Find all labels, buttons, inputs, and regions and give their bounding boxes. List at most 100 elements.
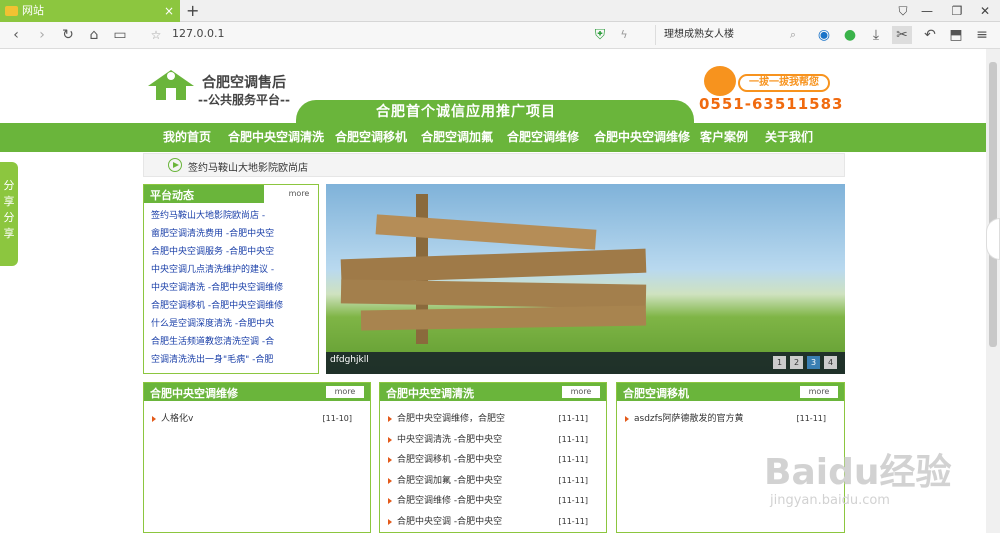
list-item[interactable]: 合肥空调维修 -合肥中央空 [11-11]: [388, 491, 598, 512]
article-title[interactable]: 合肥空调维修 -合肥中央空: [397, 491, 502, 511]
banner-sign: [375, 214, 597, 250]
banner-sign: [340, 279, 647, 309]
shield-icon[interactable]: ⛨: [590, 26, 610, 44]
address-bar[interactable]: 127.0.0.1: [172, 27, 224, 40]
notice-text[interactable]: 签约马鞍山大地影院欧尚店: [188, 159, 308, 174]
article-title[interactable]: 合肥中央空调 -合肥中央空: [397, 512, 502, 532]
article-list: 人格化v [11-10]: [152, 409, 362, 430]
more-button[interactable]: more: [800, 386, 838, 398]
reader-icon[interactable]: ▭: [110, 26, 130, 44]
article-title[interactable]: 合肥空调加氟 -合肥中央空: [397, 471, 502, 491]
central-ac-repair-panel: 合肥中央空调维修 more 人格化v [11-10]: [143, 382, 371, 533]
list-item[interactable]: 合肥空调移机 -合肥中央空调维修: [151, 297, 283, 315]
refresh-button[interactable]: ↻: [58, 26, 78, 44]
list-item[interactable]: 合肥中央空调服务 -合肥中央空: [151, 243, 283, 261]
article-title[interactable]: 人格化v: [161, 409, 193, 429]
notice-bar: 签约马鞍山大地影院欧尚店: [143, 153, 845, 177]
minimize-button[interactable]: —: [912, 0, 942, 22]
tab-bar: 网站 × + ⛉ — ❐ ✕: [0, 0, 1000, 22]
back-button[interactable]: ‹: [6, 26, 26, 44]
new-tab-button[interactable]: +: [186, 0, 199, 22]
article-title[interactable]: 合肥空调移机 -合肥中央空: [397, 450, 502, 470]
panel-title: 平台动态: [150, 189, 194, 202]
nav-item-ac-refrigerant[interactable]: 合肥空调加氟: [421, 123, 493, 152]
share-char: 分: [3, 179, 15, 192]
nav-item-ac-relocation[interactable]: 合肥空调移机: [335, 123, 407, 152]
article-title[interactable]: 中央空调清洗 -合肥中央空: [397, 430, 502, 450]
nav-item-central-ac-repair[interactable]: 合肥中央空调维修: [594, 123, 690, 152]
list-item[interactable]: 合肥中央空调维修，合肥空 [11-11]: [388, 409, 598, 430]
extension-icon[interactable]: ⬒: [946, 26, 966, 44]
browser-tab[interactable]: 网站 ×: [0, 0, 180, 22]
bullet-arrow-icon: [388, 457, 392, 463]
favicon-icon: [5, 6, 18, 16]
search-icon[interactable]: ⌕: [783, 26, 803, 44]
central-ac-cleaning-panel: 合肥中央空调清洗 more 合肥中央空调维修，合肥空 [11-11] 中央空调清洗…: [379, 382, 607, 533]
logo-title: 合肥空调售后: [202, 75, 286, 91]
list-item[interactable]: 人格化v [11-10]: [152, 409, 362, 430]
article-title[interactable]: asdzfs阿萨德散发的官方黄: [634, 409, 744, 429]
news-list: 签约马鞍山大地影院欧尚店 - 畲肥空调清洗费用 -合肥中央空 合肥中央空调服务 …: [151, 207, 283, 369]
nav-item-central-ac-cleaning[interactable]: 合肥中央空调清洗: [228, 123, 324, 152]
banner-slideshow[interactable]: [326, 184, 845, 374]
undo-icon[interactable]: ↶: [920, 26, 940, 44]
banner-sign: [340, 248, 647, 284]
nav-item-ac-repair[interactable]: 合肥空调维修: [507, 123, 579, 152]
list-item[interactable]: 中央空调清洗 -合肥中央空 [11-11]: [388, 430, 598, 451]
more-button[interactable]: more: [326, 386, 364, 398]
panel-title: 合肥中央空调清洗: [386, 387, 474, 400]
menu-icon[interactable]: ≡: [972, 26, 992, 44]
message-icon[interactable]: ◉: [814, 26, 834, 44]
more-button[interactable]: more: [562, 386, 600, 398]
more-button[interactable]: more: [280, 188, 318, 200]
close-tab-icon[interactable]: ×: [164, 0, 174, 22]
banner-caption-bar: [326, 352, 845, 374]
article-title[interactable]: 合肥中央空调维修，合肥空: [397, 409, 505, 429]
tab-title: 网站: [22, 4, 44, 17]
article-date: [11-11]: [796, 414, 827, 423]
slogan-text: 合肥首个诚信应用推广项目: [376, 104, 556, 120]
list-item[interactable]: asdzfs阿萨德散发的官方黄 [11-11]: [625, 409, 836, 430]
list-item[interactable]: 合肥生活频道教您清洗空调 -合: [151, 333, 283, 351]
banner-page-button[interactable]: 1: [773, 356, 786, 369]
float-widget[interactable]: [986, 218, 1000, 260]
share-char: 享: [3, 227, 15, 240]
bullet-arrow-icon: [388, 477, 392, 484]
nav-item-cases[interactable]: 客户案例: [700, 123, 748, 152]
bullet-arrow-icon: [388, 518, 392, 525]
article-date: [11-11]: [558, 475, 589, 485]
bullet-arrow-icon: [388, 498, 392, 504]
list-item[interactable]: 合肥空调加氟 -合肥中央空 [11-11]: [388, 471, 598, 492]
banner-page-button[interactable]: 4: [824, 356, 837, 369]
share-char: 分: [3, 211, 15, 224]
list-item[interactable]: 合肥中央空调 -合肥中央空 [11-11]: [388, 512, 598, 533]
hotline-phone: 0551-63511583: [699, 95, 844, 113]
list-item[interactable]: 什么是空调深度清洗 -合肥中央: [151, 315, 283, 333]
list-item[interactable]: 签约马鞍山大地影院欧尚店 -: [151, 207, 283, 225]
banner-page-button[interactable]: 3: [807, 356, 820, 369]
scrollbar-thumb[interactable]: [989, 62, 997, 347]
bullet-arrow-icon: [152, 416, 156, 422]
list-item[interactable]: 中央空调清洗 -合肥中央空调维修: [151, 279, 283, 297]
banner-page-button[interactable]: 2: [790, 356, 803, 369]
panel-header: 合肥中央空调清洗 more: [380, 383, 606, 401]
nav-item-home[interactable]: 我的首页: [163, 123, 211, 152]
list-item[interactable]: 中央空调几点清洗维护的建议 -: [151, 261, 283, 279]
lightning-icon[interactable]: ϟ: [614, 26, 634, 44]
star-icon[interactable]: ☆: [146, 26, 166, 44]
panel-title: 合肥空调移机: [623, 387, 689, 400]
chat-icon[interactable]: ●: [840, 26, 860, 44]
share-sidebar[interactable]: 分 享 分 享: [0, 162, 18, 266]
list-item[interactable]: 合肥空调移机 -合肥中央空 [11-11]: [388, 450, 598, 471]
play-icon: [168, 158, 182, 172]
home-button[interactable]: ⌂: [84, 26, 104, 44]
scissors-icon[interactable]: ✂: [892, 26, 912, 44]
restore-button[interactable]: ❐: [942, 0, 972, 22]
panel-header: 合肥空调移机 more: [617, 383, 844, 401]
download-icon[interactable]: ⤓: [866, 26, 886, 44]
close-window-button[interactable]: ✕: [970, 0, 1000, 22]
list-item[interactable]: 空调清洗洗出一身"毛病" -合肥: [151, 351, 283, 369]
forward-button[interactable]: ›: [32, 26, 52, 44]
nav-item-about[interactable]: 关于我们: [765, 123, 813, 152]
list-item[interactable]: 畲肥空调清洗费用 -合肥中央空: [151, 225, 283, 243]
